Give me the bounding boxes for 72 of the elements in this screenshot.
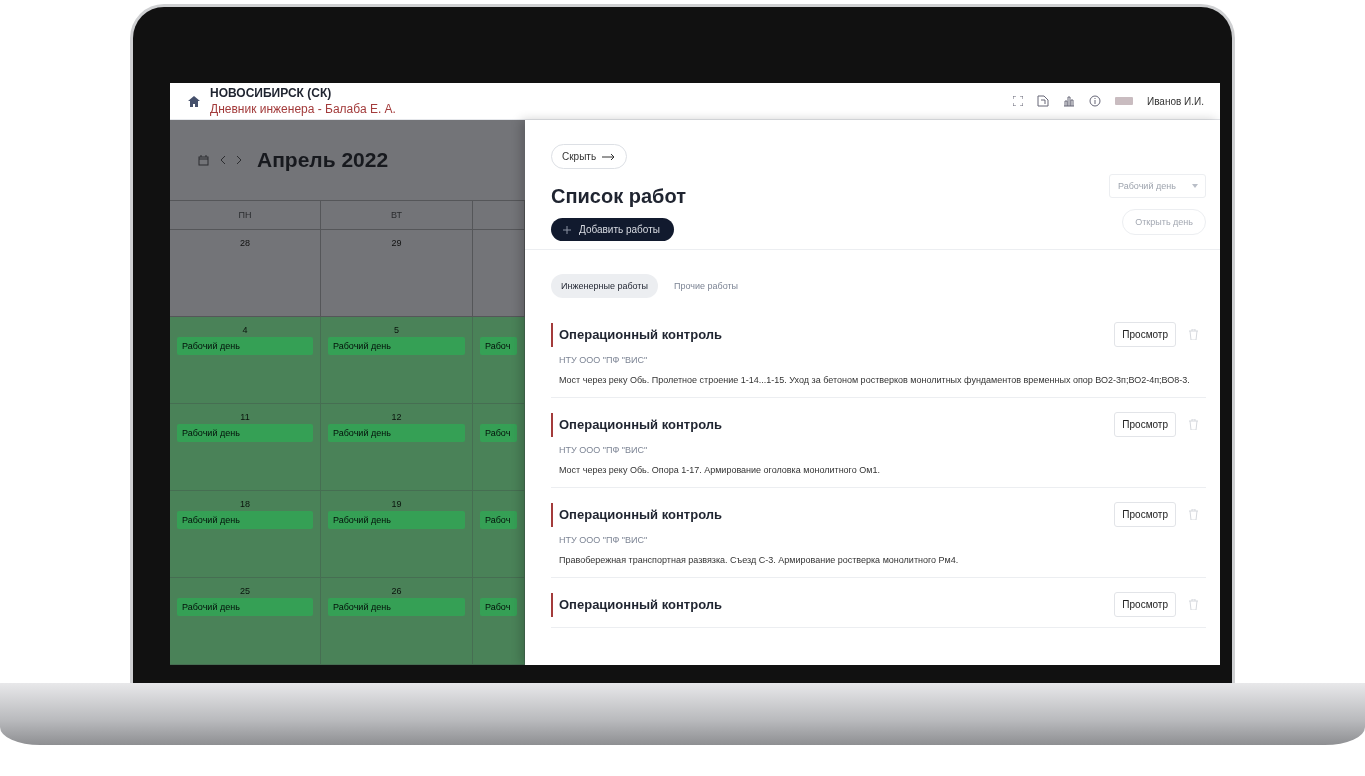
home-icon[interactable] bbox=[188, 95, 200, 107]
day-cell[interactable]: 26 Рабочий день bbox=[321, 578, 473, 665]
document-icon[interactable] bbox=[1036, 95, 1049, 107]
work-tab[interactable]: Прочие работы bbox=[663, 274, 749, 298]
add-works-button[interactable]: Добавить работы bbox=[551, 218, 674, 241]
work-title: Операционный контроль bbox=[551, 502, 722, 527]
day-type-chip[interactable]: Рабоч bbox=[480, 337, 517, 355]
work-description: Мост через реку Обь. Пролетное строение 1-14...1-15. Уход за бетоном ростверков монолитных фундаментов временных опор ВО2-3п;ВО2-4п;ВО8-3. bbox=[559, 374, 1191, 387]
user-name[interactable]: Иванов И.И. bbox=[1146, 95, 1204, 107]
day-number: 12 bbox=[391, 412, 402, 424]
view-button[interactable]: Просмотр bbox=[1114, 322, 1176, 347]
panel-title: Список работ bbox=[551, 185, 686, 208]
hide-button[interactable]: Скрыть bbox=[551, 144, 628, 169]
day-number: 26 bbox=[391, 586, 402, 598]
day-number: 28 bbox=[240, 238, 250, 250]
work-title: Операционный контроль bbox=[551, 322, 722, 347]
view-button[interactable]: Просмотр bbox=[1114, 592, 1176, 617]
organization-name: НТУ ООО "ПФ "ВИС" bbox=[559, 535, 649, 545]
day-cell[interactable]: Рабоч bbox=[473, 317, 525, 404]
day-cell[interactable]: 11 Рабочий день bbox=[170, 404, 321, 491]
calendar-icon[interactable] bbox=[198, 154, 209, 166]
weekday-header: ПН bbox=[170, 200, 321, 230]
day-cell[interactable]: Рабоч bbox=[473, 404, 525, 491]
day-cell[interactable]: 18 Рабочий день bbox=[170, 491, 321, 578]
day-type-chip[interactable]: Рабочий день bbox=[177, 337, 313, 355]
day-type-chip[interactable]: Рабочий день bbox=[328, 337, 465, 355]
fullscreen-icon[interactable] bbox=[1012, 96, 1023, 106]
weekday-header: ВТ bbox=[321, 200, 473, 230]
arrow-right-icon bbox=[602, 152, 617, 161]
next-icon[interactable] bbox=[236, 155, 243, 165]
day-number: 18 bbox=[240, 499, 250, 511]
work-description: Мост через реку Обь. Опора 1-17. Армирование оголовка монолитного Ом1. bbox=[559, 464, 881, 477]
day-type-chip[interactable]: Рабочий день bbox=[328, 511, 465, 529]
organization-name: НТУ ООО "ПФ "ВИС" bbox=[559, 445, 649, 455]
work-description: Правобережная транспортная развязка. Съезд С-3. Армирование ростверка монолитного Рм4. bbox=[559, 554, 960, 567]
work-tab[interactable]: Инженерные работы bbox=[551, 274, 658, 298]
day-cell[interactable]: 12 Рабочий день bbox=[321, 404, 473, 491]
day-type-chip[interactable]: Рабочий день bbox=[177, 511, 313, 529]
day-type-chip[interactable]: Рабочий день bbox=[177, 424, 313, 442]
day-type-chip[interactable]: Рабоч bbox=[480, 598, 517, 616]
day-type-chip[interactable]: Рабоч bbox=[480, 511, 517, 529]
month-title: Апрель 2022 bbox=[257, 148, 389, 172]
day-number: 25 bbox=[240, 586, 250, 598]
plus-icon bbox=[563, 225, 571, 234]
avatar-icon[interactable] bbox=[1114, 97, 1133, 105]
day-type-chip[interactable]: Рабочий день bbox=[328, 598, 465, 616]
day-cell[interactable]: 25 Рабочий день bbox=[170, 578, 321, 665]
caret-icon bbox=[1192, 184, 1198, 188]
work-title: Операционный контроль bbox=[551, 592, 722, 617]
day-number: 19 bbox=[391, 499, 402, 511]
project-title: НОВОСИБИРСК (СК) bbox=[210, 86, 333, 100]
day-number: 11 bbox=[240, 412, 250, 424]
view-button[interactable]: Просмотр bbox=[1114, 412, 1176, 437]
day-cell[interactable]: Рабоч bbox=[473, 578, 525, 665]
bar-chart-icon[interactable] bbox=[1062, 95, 1075, 107]
day-cell[interactable]: 5 Рабочий день bbox=[321, 317, 473, 404]
previous-icon[interactable] bbox=[219, 155, 226, 165]
view-button[interactable]: Просмотр bbox=[1114, 502, 1176, 527]
day-type-chip[interactable]: Рабоч bbox=[480, 424, 517, 442]
day-number: 4 bbox=[242, 325, 248, 337]
day-cell[interactable]: 19 Рабочий день bbox=[321, 491, 473, 578]
day-type-chip[interactable]: Рабочий день bbox=[328, 424, 465, 442]
diary-subtitle: Дневник инженера - Балаба Е. А. bbox=[210, 102, 396, 116]
work-title: Операционный контроль bbox=[551, 412, 722, 437]
day-type-dropdown[interactable]: Рабочий день bbox=[1109, 174, 1206, 198]
day-number: 29 bbox=[391, 238, 402, 250]
day-cell[interactable]: Рабоч bbox=[473, 491, 525, 578]
day-type-chip[interactable]: Рабочий день bbox=[177, 598, 313, 616]
organization-name: НТУ ООО "ПФ "ВИС" bbox=[559, 355, 649, 365]
info-icon[interactable] bbox=[1088, 95, 1101, 107]
day-cell[interactable]: 4 Рабочий день bbox=[170, 317, 321, 404]
day-number: 5 bbox=[394, 325, 399, 337]
